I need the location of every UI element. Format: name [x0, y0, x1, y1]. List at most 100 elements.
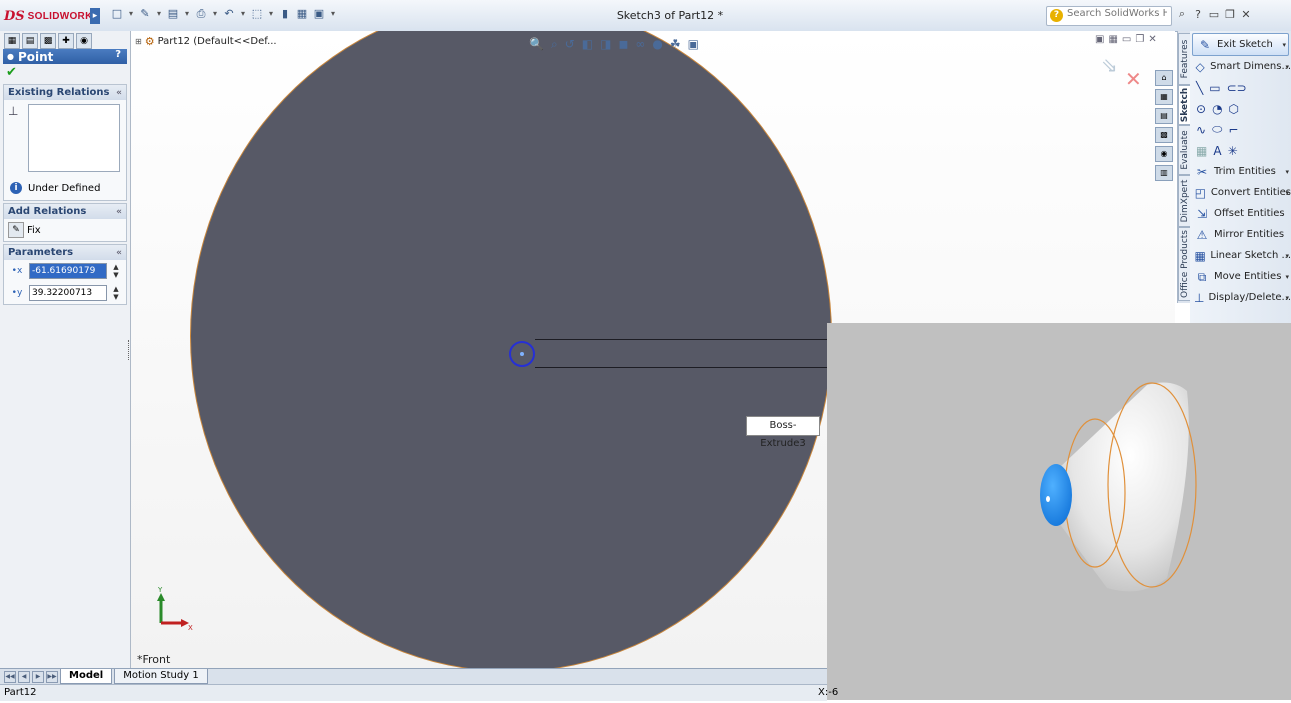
- solidworks-resources-icon[interactable]: ⌂: [1155, 70, 1173, 86]
- flyout-feature-tree[interactable]: ⊞ ⚙ Part12 (Default<<Def...: [135, 35, 277, 48]
- help-dropdown-icon[interactable]: ?: [1192, 8, 1204, 21]
- configuration-manager-tab-icon[interactable]: ▩: [40, 33, 56, 49]
- section-view-icon[interactable]: ◧: [582, 37, 593, 52]
- mirror-entities-button[interactable]: ⚠ Mirror Entities: [1190, 224, 1291, 245]
- print-icon[interactable]: ⎙: [194, 7, 208, 21]
- arc-tool-icon[interactable]: ◔: [1212, 102, 1222, 116]
- prev-tab-icon[interactable]: ◀: [18, 670, 30, 683]
- property-manager-tab-icon[interactable]: ▤: [22, 33, 38, 49]
- trim-dropdown-icon[interactable]: ▾: [1285, 168, 1289, 176]
- undo-icon[interactable]: ↶: [222, 7, 236, 21]
- minimize-icon[interactable]: ▭: [1208, 8, 1220, 21]
- line-tool-icon[interactable]: ╲: [1196, 81, 1203, 95]
- zoom-to-area-icon[interactable]: ⌕: [551, 37, 558, 52]
- help-search-input[interactable]: [1067, 8, 1167, 19]
- convert-entities-button[interactable]: ◰ Convert Entities ▾: [1190, 182, 1291, 203]
- text-tool-icon[interactable]: A: [1213, 144, 1221, 158]
- sketch-line-bottom[interactable]: [535, 367, 835, 368]
- relations-list[interactable]: [28, 104, 120, 172]
- open-folder-icon[interactable]: ✎: [138, 7, 152, 21]
- options-dropdown-icon[interactable]: ▾: [329, 7, 337, 21]
- circle-tool-icon[interactable]: ⊙: [1196, 102, 1206, 116]
- offset-entities-button[interactable]: ⇲ Offset Entities: [1190, 203, 1291, 224]
- cancel-sketch-icon[interactable]: ✕: [1125, 67, 1142, 91]
- plane-tool-icon[interactable]: ▦: [1196, 144, 1207, 158]
- undo-dropdown-icon[interactable]: ▾: [239, 7, 247, 21]
- menu-expand-arrow-icon[interactable]: ▸: [90, 8, 100, 24]
- search-magnifier-icon[interactable]: ⌕: [1176, 7, 1188, 21]
- appearances-icon[interactable]: ◉: [1155, 146, 1173, 162]
- sketch-line-top[interactable]: [535, 339, 835, 340]
- help-search-box[interactable]: ?: [1046, 6, 1172, 26]
- display-style-icon[interactable]: ◼: [618, 37, 628, 52]
- tab-motion-study[interactable]: Motion Study 1: [114, 669, 208, 684]
- y-coordinate-input[interactable]: [29, 285, 107, 301]
- close-icon[interactable]: ✕: [1240, 8, 1252, 21]
- parameters-header[interactable]: Parameters «: [4, 245, 126, 260]
- zoom-to-fit-icon[interactable]: 🔍: [529, 37, 544, 52]
- expand-icon[interactable]: ⊞: [135, 37, 142, 46]
- move-entities-button[interactable]: ⧉ Move Entities ▾: [1190, 266, 1291, 287]
- smart-dimension-button[interactable]: ◇ Smart Dimens... ▾: [1190, 56, 1291, 77]
- display-delete-relations-button[interactable]: ⊥ Display/Delete... ▾: [1190, 287, 1291, 308]
- confirm-sketch-icon[interactable]: ⇘: [1101, 53, 1118, 77]
- options-icon[interactable]: ▣: [312, 7, 326, 21]
- custom-properties-icon[interactable]: ▥: [1155, 165, 1173, 181]
- display-manager-tab-icon[interactable]: ◉: [76, 33, 92, 49]
- collapse-chevron-icon[interactable]: «: [116, 88, 122, 98]
- viewport-tile-icon[interactable]: ▦: [1108, 34, 1117, 45]
- x-coordinate-input[interactable]: [29, 263, 107, 279]
- last-tab-icon[interactable]: ▶▶: [46, 670, 58, 683]
- existing-relations-header[interactable]: Existing Relations «: [4, 85, 126, 100]
- select-icon[interactable]: ⬚: [250, 7, 264, 21]
- file-properties-icon[interactable]: ▦: [295, 7, 309, 21]
- design-library-icon[interactable]: ▦: [1155, 89, 1173, 105]
- collapse-chevron-icon[interactable]: «: [116, 248, 122, 258]
- slot-tool-icon[interactable]: ⊂⊃: [1227, 81, 1247, 95]
- viewport-close-icon[interactable]: ✕: [1148, 34, 1156, 45]
- point-tool-icon[interactable]: ✳: [1228, 144, 1238, 158]
- convert-dropdown-icon[interactable]: ▾: [1285, 189, 1289, 197]
- dimxpert-manager-tab-icon[interactable]: ✚: [58, 33, 74, 49]
- view-settings-icon[interactable]: ▣: [688, 37, 699, 52]
- new-document-icon[interactable]: □: [110, 7, 124, 21]
- fillet-tool-icon[interactable]: ⌐: [1228, 123, 1238, 137]
- feature-manager-tab-icon[interactable]: ▦: [4, 33, 20, 49]
- view-palette-icon[interactable]: ▩: [1155, 127, 1173, 143]
- sketch-point[interactable]: [520, 352, 524, 356]
- ellipse-tool-icon[interactable]: ⬭: [1212, 122, 1222, 137]
- x-spinner-icon[interactable]: ▲ ▼: [110, 263, 122, 279]
- fix-relation-button[interactable]: ✎ Fix: [4, 219, 126, 241]
- help-button[interactable]: ?: [115, 49, 121, 60]
- save-dropdown-icon[interactable]: ▾: [183, 7, 191, 21]
- viewport-minimize-icon[interactable]: ▭: [1122, 34, 1131, 45]
- add-relations-header[interactable]: Add Relations «: [4, 204, 126, 219]
- trim-entities-button[interactable]: ✂ Trim Entities ▾: [1190, 161, 1291, 182]
- ok-checkmark-button[interactable]: ✔: [0, 64, 130, 82]
- exit-sketch-dropdown-icon[interactable]: ▾: [1282, 41, 1286, 49]
- save-icon[interactable]: ▤: [166, 7, 180, 21]
- linear-sketch-pattern-button[interactable]: ▦ Linear Sketch ... ▾: [1190, 245, 1291, 266]
- edit-appearance-icon[interactable]: ●: [652, 37, 662, 52]
- rectangle-tool-icon[interactable]: ▭: [1209, 81, 1220, 95]
- viewport-split-icon[interactable]: ▣: [1095, 34, 1104, 45]
- apply-scene-icon[interactable]: ☘: [670, 37, 681, 52]
- move-dropdown-icon[interactable]: ▾: [1285, 273, 1289, 281]
- selected-sketch-circle[interactable]: [509, 341, 535, 367]
- smart-dimension-dropdown-icon[interactable]: ▾: [1285, 63, 1289, 71]
- hide-show-items-icon[interactable]: ∞: [635, 37, 645, 52]
- print-dropdown-icon[interactable]: ▾: [211, 7, 219, 21]
- polygon-tool-icon[interactable]: ⬡: [1229, 102, 1239, 116]
- file-explorer-icon[interactable]: ▤: [1155, 108, 1173, 124]
- linear-pattern-dropdown-icon[interactable]: ▾: [1285, 252, 1289, 260]
- rebuild-icon[interactable]: ▮: [278, 7, 292, 21]
- select-dropdown-icon[interactable]: ▾: [267, 7, 275, 21]
- tab-model[interactable]: Model: [60, 669, 113, 684]
- open-dropdown-icon[interactable]: ▾: [155, 7, 163, 21]
- collapse-chevron-icon[interactable]: «: [116, 207, 122, 217]
- new-dropdown-icon[interactable]: ▾: [127, 7, 135, 21]
- next-tab-icon[interactable]: ▶: [32, 670, 44, 683]
- view-orientation-icon[interactable]: ◨: [600, 37, 611, 52]
- viewport-restore-icon[interactable]: ❐: [1135, 34, 1144, 45]
- first-tab-icon[interactable]: ◀◀: [4, 670, 16, 683]
